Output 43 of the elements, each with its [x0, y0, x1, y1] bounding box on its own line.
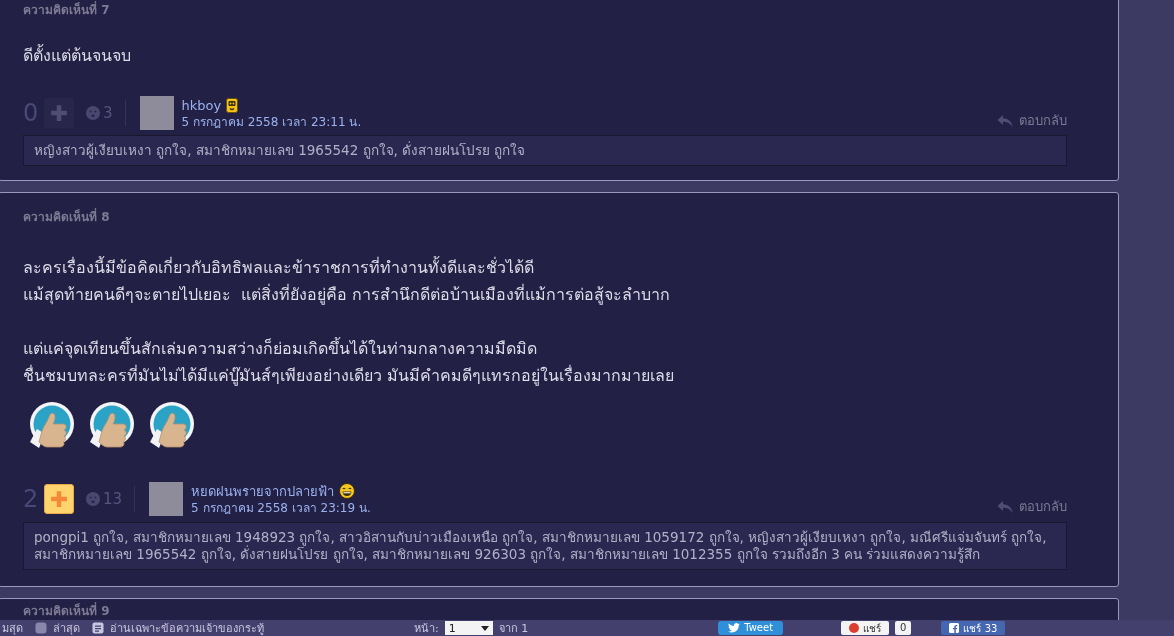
vote-plus-button[interactable] — [44, 484, 74, 514]
face-icon[interactable] — [86, 492, 100, 506]
avatar-photo-placeholder[interactable] — [149, 482, 184, 516]
post-date: 5 กรกฎาคม 2558 เวลา 23:11 น. — [181, 113, 362, 130]
square-icon — [35, 622, 47, 634]
filter-link[interactable]: ล่าสุด — [53, 619, 80, 636]
page-label: หน้า: — [414, 621, 439, 636]
dot-icon — [849, 623, 860, 633]
comment-text: ละครเรื่องนี้มีข้อคิดเกี่ยวกับอิทธิพลและข้าราชการที่ทำงานทั้งดีและชั่วได้ดี แม้สุดท้ายคนดีๆจะตายไปเยอะ แต่สิ่งที่ยังอยู่คือ การสำนึกดีต่อบ้านเมืองที่แม้การต่อสู้จะลำบาก — [23, 255, 672, 307]
share-button[interactable]: แชร์ — [841, 621, 890, 635]
tweet-button[interactable]: Tweet — [718, 621, 784, 635]
face-icon[interactable] — [86, 106, 100, 120]
reply-arrow-icon — [997, 113, 1013, 128]
comment-text: แต่แค่จุดเทียนขึ้นสักเล่มความสว่างก็ย่อมเกิดขึ้นได้ในท่ามกลางความมืดมิด ชื่นชมบทละครที่มันไม่ได้มีแค่บู๊มันส์ๆเพียงอย่างเดียว มันมีคำคมดีๆแทรกอยู่ในเรื่องมากมายเลย — [23, 336, 676, 388]
post-date: 5 กรกฎาคม 2558 เวลา 23:19 น. — [191, 499, 371, 516]
facebook-f-icon — [949, 623, 960, 633]
username-link[interactable]: หยดฝนพรายจากปลายฟ้า — [191, 482, 335, 500]
emotion-count: 13 — [103, 490, 123, 508]
emotion-count: 3 — [103, 104, 113, 122]
filter-link[interactable]: อ่านเฉพาะข้อความเจ้าของกระทู้ — [110, 619, 264, 636]
plus-icon — [50, 104, 68, 122]
plus-icon — [50, 490, 68, 508]
comment-number: ความคิดเห็นที่ 7 — [23, 2, 111, 18]
reply-link[interactable]: ตอบกลับ — [997, 110, 1067, 131]
vote-plus-button[interactable] — [44, 98, 74, 128]
reply-arrow-icon — [997, 499, 1013, 514]
likers-text: หญิงสาวผู้เงียบเหงา ถูกใจ, สมาชิกหมายเลข 1965542 ถูกใจ, ดั่งสายฝนโปรย ถูกใจ — [23, 135, 1067, 166]
page-select[interactable]: 1 — [444, 621, 493, 635]
page-total: จาก 1 — [498, 621, 529, 636]
caret-icon — [480, 625, 489, 631]
robot-badge-icon — [226, 97, 239, 113]
share-count: 0 — [895, 621, 912, 635]
facebook-share-button[interactable]: แชร์ 33 — [941, 621, 1006, 635]
comment-number: ความคิดเห็นที่ 9 — [23, 603, 111, 619]
reply-link[interactable]: ตอบกลับ — [997, 496, 1067, 517]
avatar-photo-placeholder[interactable] — [139, 96, 174, 130]
likers-text: pongpi1 ถูกใจ, สมาชิกหมายเลข 1948923 ถูกใจ, สาวอิสานกับบ่าวเมืองเหนือ ถูกใจ, สมาชิกหมายเลข 1059172 ถูกใจ, หญิงสาวผู้เงียบเหงา ถูกใจ, มณีศรีแจ่มจันทร์ ถูกใจ, สมาชิกหมายเลข 1965542 ถูกใจ, ดั่งสายฝนโปรย ถูกใจ, สมาชิกหมายเลข 926303 ถูกใจ, สมาชิกหมายเลข 1012355 ถูกใจ รวมถึงอีก 3 คน ร่วมแสดงความรู้สึก — [23, 522, 1067, 570]
username-link[interactable]: hkboy — [181, 96, 222, 114]
comment-text: ดีตั้งแต่ต้นจนจบ — [23, 43, 132, 67]
comment-number: ความคิดเห็นที่ 8 — [23, 209, 111, 225]
filter-link[interactable]: มสุด — [2, 619, 23, 636]
laughing-emoji-icon — [339, 483, 356, 499]
bird-icon — [728, 623, 741, 633]
